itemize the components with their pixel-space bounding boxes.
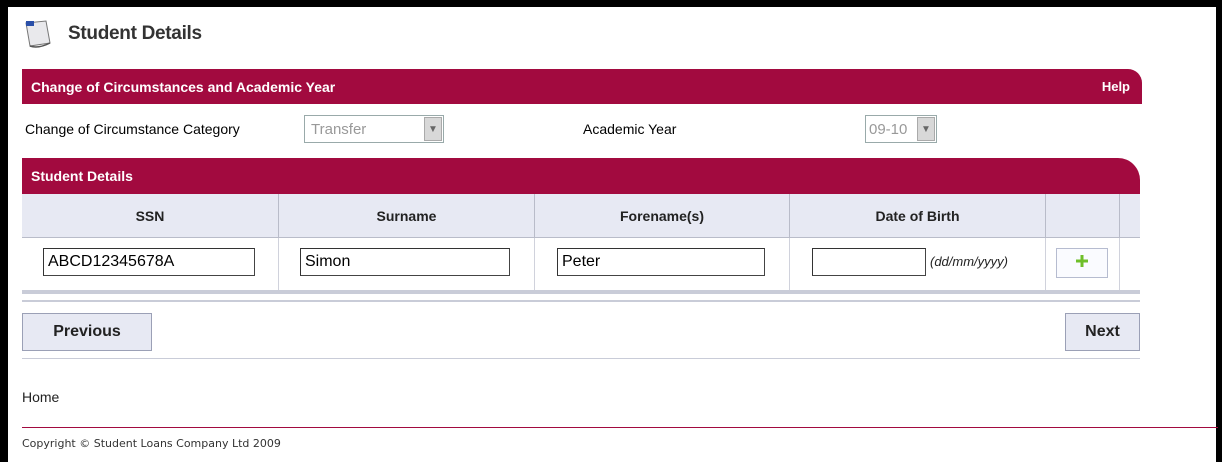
column-header-action [1046, 194, 1120, 238]
footer-divider [22, 427, 1218, 428]
chevron-down-icon[interactable]: ▼ [424, 117, 442, 141]
previous-button[interactable]: Previous [22, 313, 152, 351]
circumstances-row: Change of Circumstance Category Transfer… [22, 112, 1140, 152]
forename-input[interactable]: Peter [557, 248, 765, 276]
dob-input[interactable] [812, 248, 926, 276]
plus-icon [1075, 254, 1089, 273]
column-header-surname: Surname [279, 194, 535, 238]
academic-year-label: Academic Year [583, 121, 677, 137]
table-bottom-border [22, 290, 1140, 294]
table-header: SSN Surname Forename(s) Date of Birth [22, 194, 1140, 238]
cell-forename: Peter [535, 238, 790, 290]
academic-year-value: 09-10 [869, 120, 908, 138]
chevron-down-icon[interactable]: ▼ [917, 117, 935, 141]
section-header-student-details: Student Details [22, 158, 1140, 194]
column-header-forename: Forename(s) [535, 194, 790, 238]
window-frame-right [1216, 0, 1222, 462]
section-title: Change of Circumstances and Academic Yea… [31, 78, 336, 95]
column-header-extra [1120, 194, 1140, 238]
page-title: Student Details [68, 23, 202, 44]
surname-input[interactable]: Simon [300, 248, 510, 276]
cell-surname: Simon [279, 238, 535, 290]
window-frame-left [0, 0, 8, 462]
dob-format-hint: (dd/mm/yyyy) [930, 254, 1008, 269]
ssn-input[interactable]: ABCD12345678A [43, 248, 255, 276]
add-student-button[interactable] [1056, 248, 1108, 278]
column-header-ssn: SSN [22, 194, 279, 238]
column-header-dob: Date of Birth [790, 194, 1046, 238]
section-header-circumstances: Change of Circumstances and Academic Yea… [22, 69, 1142, 104]
divider [22, 358, 1140, 359]
section-title: Student Details [31, 168, 133, 184]
document-icon [22, 19, 54, 49]
academic-year-select[interactable]: 09-10 ▼ [865, 115, 937, 143]
cell-extra [1120, 238, 1140, 290]
page-header: Student Details [22, 14, 202, 54]
category-select[interactable]: Transfer ▼ [304, 115, 444, 143]
copyright-text: Copyright © Student Loans Company Ltd 20… [22, 437, 281, 450]
cell-ssn: ABCD12345678A [22, 238, 279, 290]
divider [22, 300, 1140, 302]
next-button[interactable]: Next [1065, 313, 1140, 351]
window-frame-top [0, 0, 1222, 7]
home-link[interactable]: Home [22, 389, 59, 405]
help-link[interactable]: Help [1102, 69, 1130, 104]
category-value: Transfer [311, 120, 367, 138]
category-label: Change of Circumstance Category [25, 121, 240, 137]
